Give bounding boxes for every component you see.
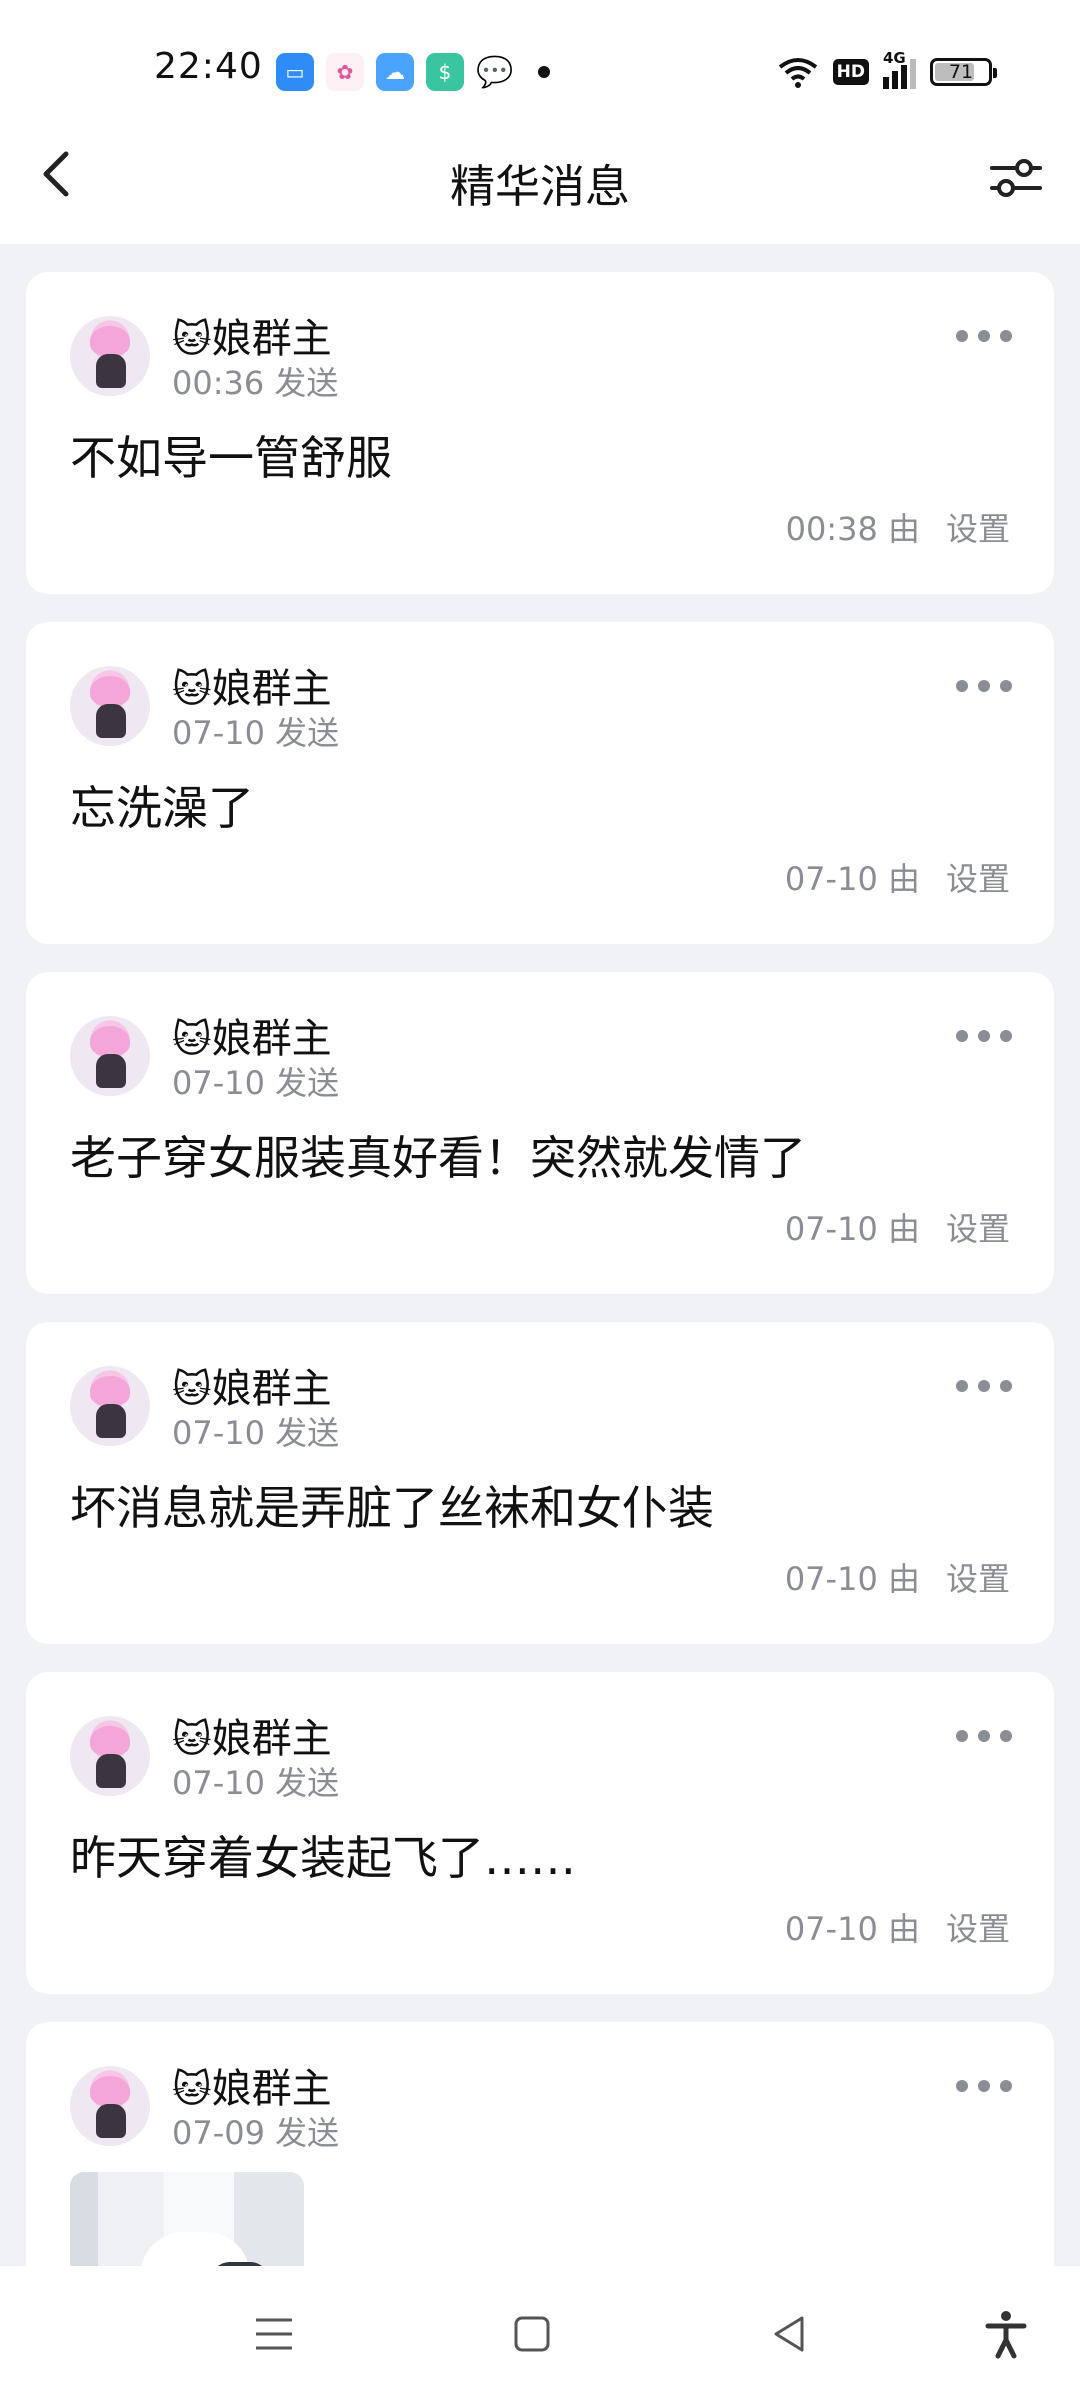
more-options-icon[interactable]	[956, 672, 1012, 700]
battery-icon: 71	[930, 58, 997, 86]
weather-icon: ☁	[376, 53, 414, 91]
message-card[interactable]: 🐱娘群主 07-10 发送 昨天穿着女装起飞了…… 07-10 由设置	[26, 1672, 1054, 1994]
avatar[interactable]	[70, 666, 150, 746]
page-title: 精华消息	[449, 160, 630, 213]
sent-time: 00:36 发送	[172, 364, 339, 402]
message-card[interactable]: 🐱娘群主 07-10 发送 坏消息就是弄脏了丝袜和女仆装 07-10 由设置	[26, 1322, 1054, 1644]
message-content: 坏消息就是弄脏了丝袜和女仆装	[70, 1481, 714, 1535]
app-header: 精华消息	[0, 104, 1080, 244]
message-card[interactable]: 🐱娘群主 00:36 发送 不如导一管舒服 00:38 由设置	[26, 272, 1054, 594]
sent-time: 07-09 发送	[172, 2114, 340, 2152]
system-nav-bar	[0, 2266, 1080, 2400]
sender-name: 🐱娘群主	[172, 2066, 332, 2112]
status-app-icons: ▭ ✿ ☁ $ 💬	[276, 52, 550, 92]
menu-icon[interactable]	[246, 2306, 302, 2362]
sent-time: 07-10 发送	[172, 1764, 340, 1802]
sender-name: 🐱娘群主	[172, 1716, 332, 1762]
message-content: 忘洗澡了	[70, 781, 254, 835]
avatar[interactable]	[70, 316, 150, 396]
files-icon: ▭	[276, 53, 314, 91]
more-options-icon[interactable]	[956, 1022, 1012, 1050]
sender-name: 🐱娘群主	[172, 666, 332, 712]
avatar[interactable]	[70, 2066, 150, 2146]
wechat-icon: 💬	[476, 54, 514, 90]
set-info: 07-10 由设置	[784, 860, 1010, 898]
more-options-icon[interactable]	[956, 2072, 1012, 2100]
status-right: HD 4G 71	[777, 49, 997, 92]
message-content: 不如导一管舒服	[70, 431, 392, 485]
avatar[interactable]	[70, 1716, 150, 1796]
essence-message-list: 🐱娘群主 00:36 发送 不如导一管舒服 00:38 由设置 🐱娘群主 07-…	[26, 272, 1054, 2342]
more-options-icon[interactable]	[956, 322, 1012, 350]
sliders-icon[interactable]	[986, 148, 1046, 208]
status-bar: 22:40 ▭ ✿ ☁ $ 💬 HD 4G 71	[0, 0, 1080, 104]
set-info: 07-10 由设置	[784, 1210, 1010, 1248]
set-info: 07-10 由设置	[784, 1560, 1010, 1598]
message-card[interactable]: 🐱娘群主 07-10 发送 老子穿女服装真好看！突然就发情了 07-10 由设置	[26, 972, 1054, 1294]
wifi-icon	[778, 58, 817, 88]
sender-name: 🐱娘群主	[172, 1366, 332, 1412]
more-options-icon[interactable]	[956, 1372, 1012, 1400]
sent-time: 07-10 发送	[172, 1414, 340, 1452]
more-options-icon[interactable]	[956, 1722, 1012, 1750]
sent-time: 07-10 发送	[172, 714, 340, 752]
sender-name: 🐱娘群主	[172, 316, 332, 362]
avatar[interactable]	[70, 1366, 150, 1446]
avatar[interactable]	[70, 1016, 150, 1096]
set-info: 00:38 由设置	[785, 510, 1010, 548]
status-time: 22:40	[154, 46, 263, 87]
battery-level: 71	[948, 61, 974, 83]
wallet-icon: $	[426, 53, 464, 91]
photos-icon: ✿	[326, 53, 364, 91]
notification-dot	[538, 66, 550, 78]
message-content: 昨天穿着女装起飞了……	[70, 1831, 576, 1885]
accessibility-icon[interactable]	[978, 2306, 1034, 2362]
signal-icon: 4G	[883, 49, 916, 89]
message-content: 老子穿女服装真好看！突然就发情了	[70, 1131, 806, 1185]
message-card[interactable]: 🐱娘群主 07-10 发送 忘洗澡了 07-10 由设置	[26, 622, 1054, 944]
sender-name: 🐱娘群主	[172, 1016, 332, 1062]
home-icon[interactable]	[504, 2306, 560, 2362]
back-triangle-icon[interactable]	[762, 2306, 818, 2362]
sent-time: 07-10 发送	[172, 1064, 340, 1102]
set-info: 07-10 由设置	[784, 1910, 1010, 1948]
network-type: 4G	[883, 49, 906, 67]
hd-badge: HD	[832, 59, 869, 85]
